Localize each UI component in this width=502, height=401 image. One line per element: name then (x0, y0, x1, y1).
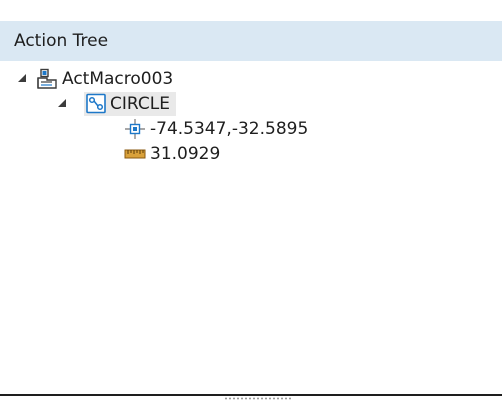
tree-node-label[interactable]: 31.0929 (150, 143, 220, 165)
macro-icon (36, 68, 58, 90)
tree-node-label[interactable]: CIRCLE (110, 92, 176, 116)
crosshair-point-icon (124, 118, 146, 140)
tree-node-label[interactable]: -74.5347,-32.5895 (150, 118, 308, 140)
expand-triangle-icon[interactable] (18, 74, 26, 82)
tree-node-length[interactable]: 31.0929 (0, 141, 502, 166)
panel-header: Action Tree (0, 21, 502, 61)
action-tree: ActMacro003 CIRCLE -74.5347,-32.5895 31.… (0, 66, 502, 166)
panel-title: Action Tree (14, 31, 109, 51)
ruler-icon (124, 143, 146, 165)
tree-node-circle[interactable]: CIRCLE (0, 91, 502, 116)
tree-node-label[interactable]: ActMacro003 (62, 68, 173, 90)
circle-node-icon (84, 92, 110, 116)
panel-bottom-border (0, 394, 502, 396)
resize-grip[interactable] (224, 397, 292, 400)
expand-triangle-icon[interactable] (58, 99, 66, 107)
tree-node-root[interactable]: ActMacro003 (0, 66, 502, 91)
action-tree-panel: Action Tree ActMacro003 CIRCLE -74.5347,… (0, 0, 502, 401)
tree-node-point[interactable]: -74.5347,-32.5895 (0, 116, 502, 141)
